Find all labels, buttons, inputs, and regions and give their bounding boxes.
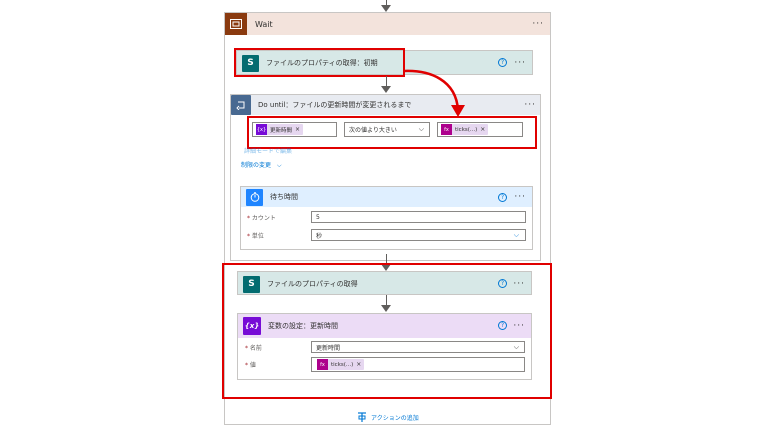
chevron-down-icon: ⌵ — [276, 162, 282, 169]
help-icon[interactable]: ? — [498, 58, 507, 67]
edit-advanced-link[interactable]: 詳細モードで編集 — [244, 146, 292, 155]
chevron-down-icon: ⌵ — [513, 231, 519, 239]
top-connector-arrowhead — [381, 5, 391, 12]
connector-arrowhead — [381, 86, 391, 93]
unit-label: * 単位 — [247, 233, 264, 240]
change-limits-label: 制限の変更 — [241, 162, 272, 169]
loop-icon — [231, 95, 251, 115]
scope-icon — [225, 13, 247, 35]
unit-select[interactable]: 秒 ⌵ — [311, 229, 526, 241]
add-action-icon — [358, 412, 366, 422]
unit-value: 秒 — [316, 232, 323, 240]
add-action-label: アクションの追加 — [371, 415, 419, 422]
highlight-box-actions — [222, 263, 552, 399]
count-input[interactable]: 5 — [311, 211, 526, 223]
delay-title: 待ち時間 — [270, 193, 298, 201]
do-until-title: Do until：ファイルの更新時間が変更されるまで — [258, 101, 412, 109]
wait-scope-more-button[interactable]: ··· — [532, 19, 544, 29]
change-limits-link[interactable]: 制限の変更 ⌵ — [241, 160, 282, 170]
do-until-header[interactable]: Do until：ファイルの更新時間が変更されるまで ··· — [231, 95, 540, 115]
wait-scope-header[interactable]: Wait ··· — [225, 13, 550, 35]
get-props-initial-more-button[interactable]: ··· — [514, 58, 526, 68]
wait-scope-title: Wait — [255, 19, 273, 29]
count-label: * カウント — [247, 215, 276, 222]
highlight-box-initial — [234, 48, 405, 77]
delay-more-button[interactable]: ··· — [514, 192, 526, 202]
annotation-curve-arrow — [403, 69, 465, 117]
delay-header[interactable]: 待ち時間 ? ··· — [241, 187, 532, 207]
highlight-box-condition — [247, 116, 537, 149]
add-action-button[interactable]: アクションの追加 — [357, 412, 419, 423]
do-until-more-button[interactable]: ··· — [524, 100, 536, 110]
help-icon[interactable]: ? — [498, 193, 507, 202]
timer-icon — [246, 188, 263, 206]
